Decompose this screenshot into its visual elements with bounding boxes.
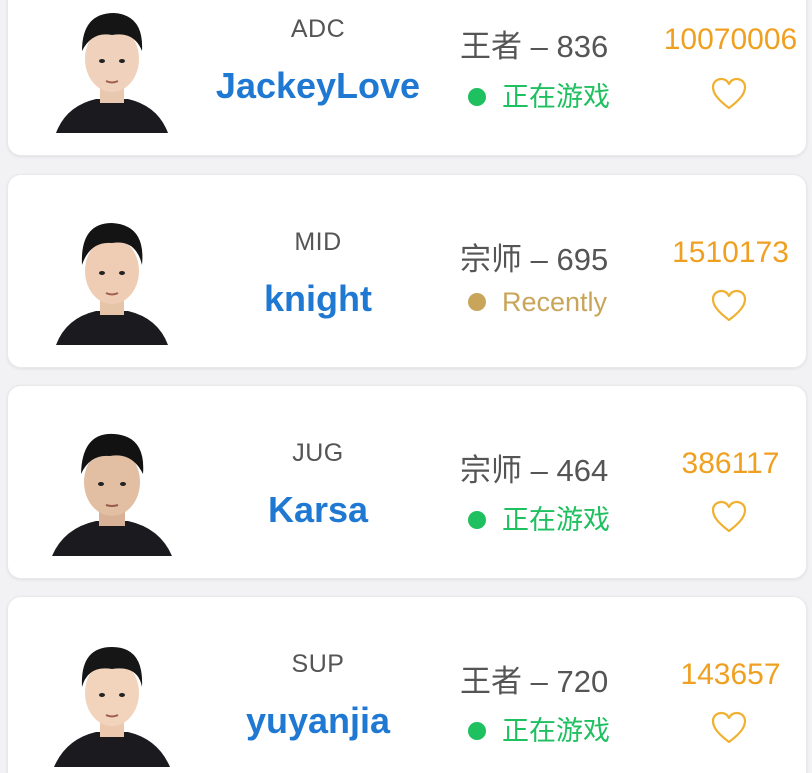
player-status: 正在游戏 xyxy=(468,709,610,748)
heart-outline-icon[interactable] xyxy=(711,77,747,111)
like-count: 10070006 xyxy=(663,23,798,56)
like-count: 386117 xyxy=(681,447,780,480)
player-status: Recently xyxy=(468,287,607,318)
player-card[interactable]: MID knight 宗师 – 695 Recently 1510173 xyxy=(7,174,807,368)
player-name[interactable]: Karsa xyxy=(198,489,438,531)
status-text: 正在游戏 xyxy=(502,82,610,112)
status-dot-icon xyxy=(468,721,486,740)
player-rank: 王者 – 720 xyxy=(460,664,609,699)
player-role: MID xyxy=(294,228,342,256)
player-role: ADC xyxy=(290,15,346,43)
player-status: 正在游戏 xyxy=(468,75,610,114)
like-count: 1510173 xyxy=(672,236,789,269)
player-avatar xyxy=(46,213,178,345)
player-card[interactable]: SUP yuyanjia 王者 – 720 正在游戏 143657 xyxy=(7,596,807,773)
player-avatar xyxy=(46,635,178,767)
player-rank: 宗师 – 695 xyxy=(460,242,609,277)
status-dot-icon xyxy=(468,87,486,106)
heart-outline-icon[interactable] xyxy=(711,500,747,534)
player-role: JUG xyxy=(292,439,344,467)
status-dot-icon xyxy=(468,510,486,529)
player-name[interactable]: JackeyLove xyxy=(198,65,438,107)
player-card[interactable]: JUG Karsa 宗师 – 464 正在游戏 386117 xyxy=(7,385,807,579)
player-card[interactable]: ADC JackeyLove 王者 – 836 正在游戏 10070006 xyxy=(7,0,807,156)
player-status: 正在游戏 xyxy=(468,498,610,537)
status-text: 正在游戏 xyxy=(502,716,610,746)
like-count: 143657 xyxy=(680,658,781,691)
status-dot-icon xyxy=(468,292,486,311)
player-rank: 王者 – 836 xyxy=(460,29,609,64)
player-avatar xyxy=(46,1,178,133)
player-rank: 宗师 – 464 xyxy=(460,453,609,488)
player-name[interactable]: knight xyxy=(198,278,438,320)
status-text: 正在游戏 xyxy=(502,505,610,535)
player-name[interactable]: yuyanjia xyxy=(198,700,438,742)
status-text: Recently xyxy=(502,287,608,317)
player-role: SUP xyxy=(291,650,345,678)
heart-outline-icon[interactable] xyxy=(711,711,747,745)
player-list: ADC JackeyLove 王者 – 836 正在游戏 10070006 MI… xyxy=(0,0,812,773)
player-avatar xyxy=(46,424,178,556)
heart-outline-icon[interactable] xyxy=(711,289,747,323)
